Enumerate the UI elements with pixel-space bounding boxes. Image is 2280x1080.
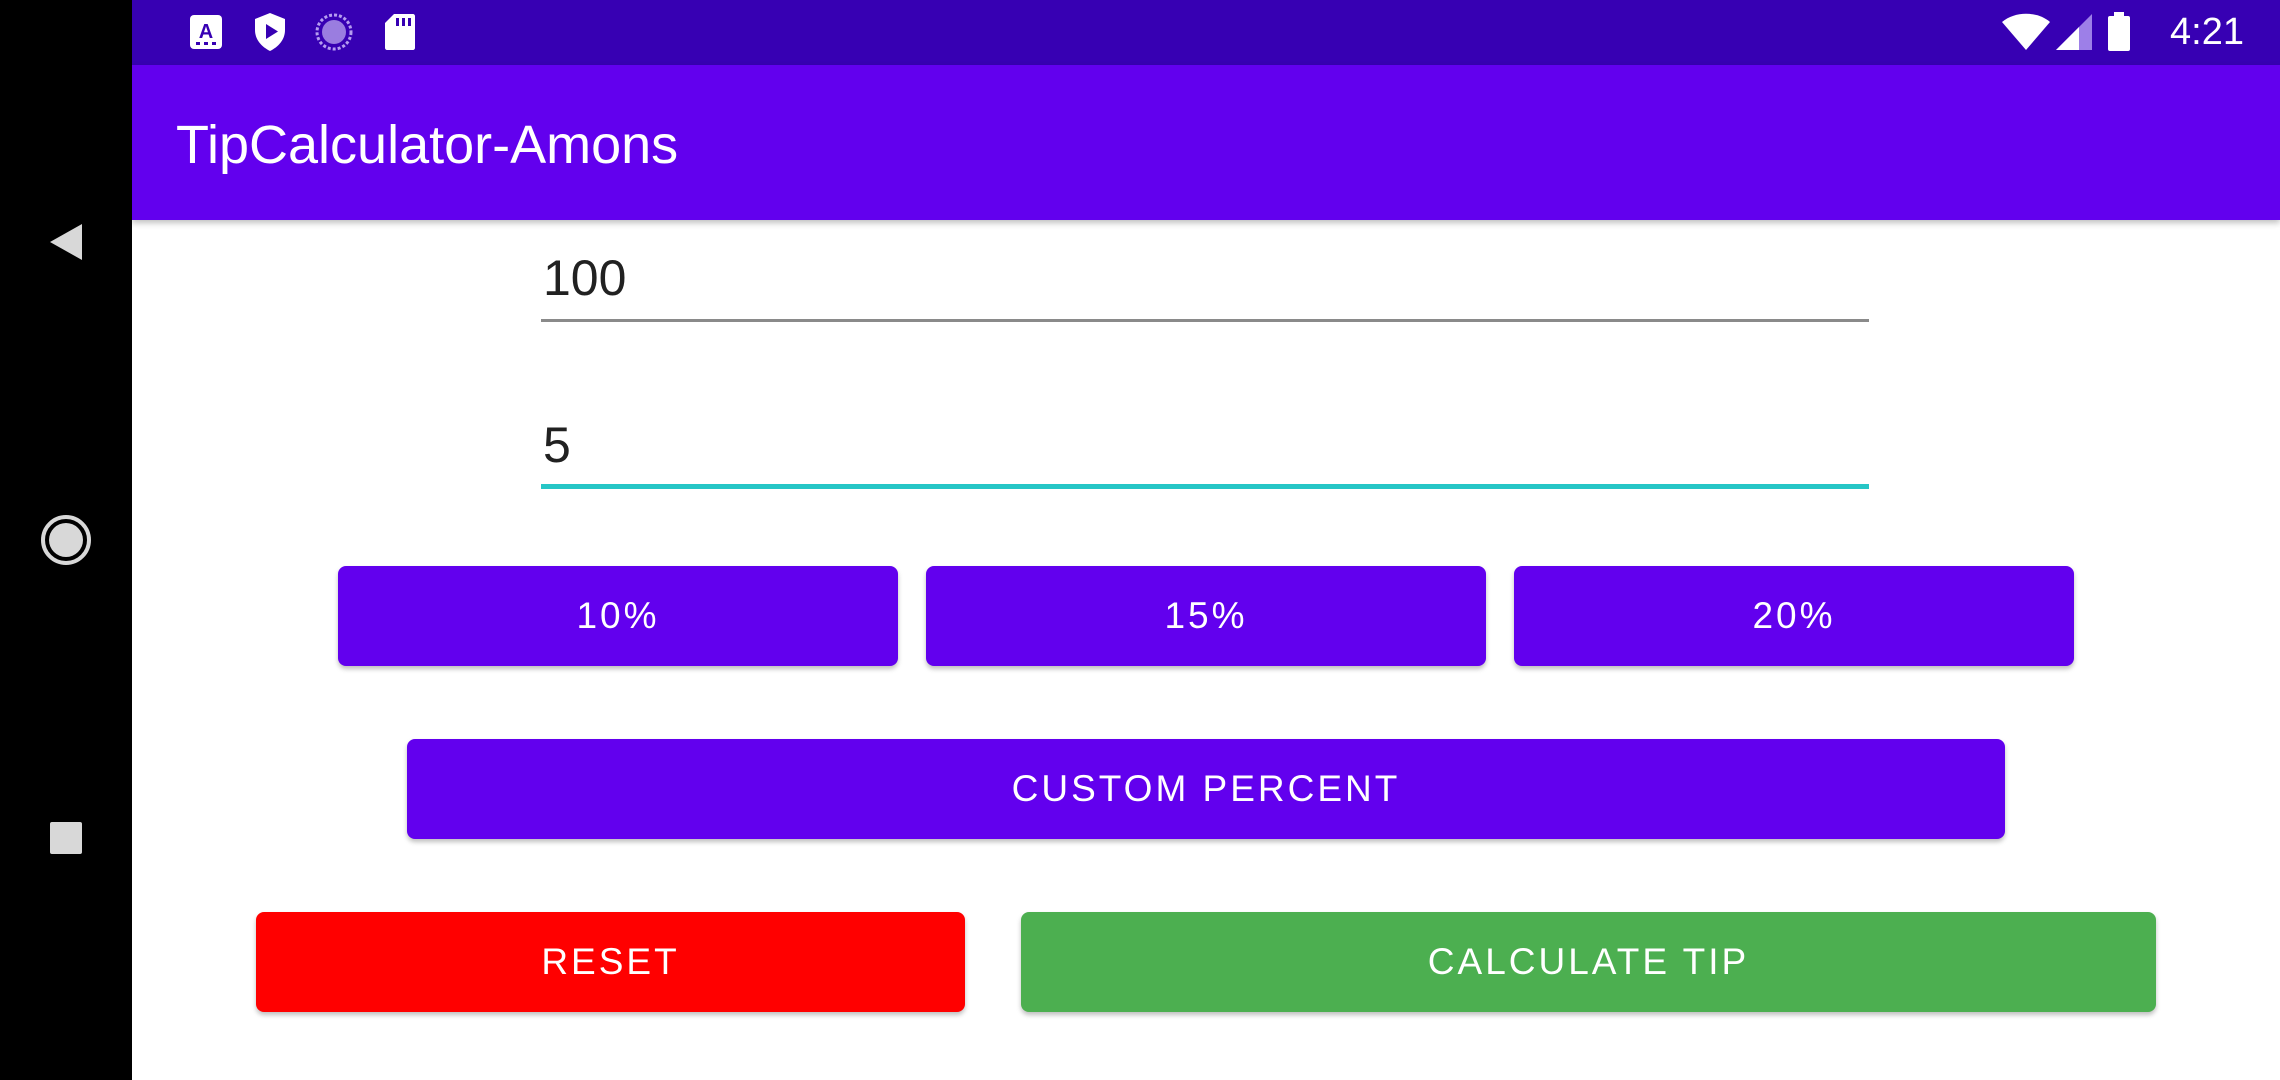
- back-icon: [50, 224, 82, 260]
- custom-percent-underline: [541, 484, 1869, 489]
- custom-percent-field[interactable]: [541, 409, 1869, 489]
- back-button[interactable]: [30, 206, 102, 278]
- home-icon: [41, 515, 91, 565]
- custom-percent-input[interactable]: [541, 409, 1869, 481]
- battery-icon: [2104, 12, 2134, 52]
- screen: A 4:21 TipCalculator-Amons 100 5 10% 15%…: [0, 0, 2280, 1080]
- bill-amount-field[interactable]: [541, 242, 1869, 322]
- cell-signal-icon: [2054, 12, 2094, 52]
- reset-button[interactable]: RESET: [256, 912, 965, 1012]
- loading-circle-icon: [314, 12, 354, 52]
- sd-card-icon: [380, 12, 420, 52]
- recents-icon: [50, 822, 82, 854]
- shield-play-icon: [250, 12, 290, 52]
- tip-20-percent-button[interactable]: 20%: [1514, 566, 2074, 666]
- calculate-tip-button[interactable]: CALCULATE TIP: [1021, 912, 2156, 1012]
- svg-text:A: A: [199, 21, 213, 43]
- navigation-bar: [0, 0, 132, 1080]
- keyboard-a-icon: A: [186, 12, 226, 52]
- status-bar: A 4:21: [132, 0, 2280, 65]
- tip-15-percent-button[interactable]: 15%: [926, 566, 1486, 666]
- wifi-icon: [2000, 12, 2052, 52]
- home-button[interactable]: [30, 504, 102, 576]
- status-time: 4:21: [2170, 11, 2244, 53]
- bill-amount-underline: [541, 319, 1869, 322]
- custom-percent-button[interactable]: CUSTOM PERCENT: [407, 739, 2005, 839]
- tip-10-percent-button[interactable]: 10%: [338, 566, 898, 666]
- app-bar: TipCalculator-Amons: [132, 65, 2280, 220]
- bill-amount-input[interactable]: [541, 242, 1869, 314]
- recents-button[interactable]: [30, 802, 102, 874]
- app-title: TipCalculator-Amons: [176, 115, 679, 175]
